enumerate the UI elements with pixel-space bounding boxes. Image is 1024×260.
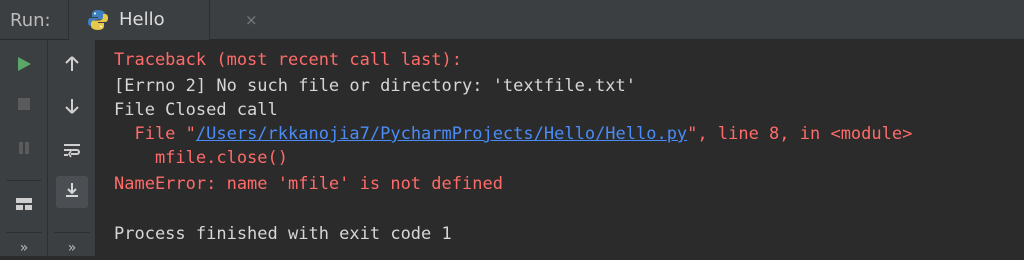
arrow-down-icon bbox=[63, 97, 81, 119]
arrow-up-icon bbox=[63, 55, 81, 77]
scroll-to-end-button[interactable] bbox=[56, 176, 88, 208]
console-line-exit: Process finished with exit code 1 bbox=[114, 224, 452, 244]
file-prefix: File " bbox=[114, 124, 196, 144]
file-path-link[interactable]: /Users/rkkanojia7/PycharmProjects/Hello/… bbox=[196, 124, 687, 144]
up-stack-button[interactable] bbox=[48, 50, 96, 82]
down-stack-button[interactable] bbox=[48, 92, 96, 124]
console-line-file-closed: File Closed call bbox=[114, 100, 278, 120]
pause-icon bbox=[16, 140, 32, 160]
run-actions-gutter: » bbox=[0, 40, 48, 256]
gutter-separator bbox=[54, 232, 90, 233]
tab-title: Hello bbox=[119, 9, 165, 30]
console-line-file-location: File "/Users/rkkanojia7/PycharmProjects/… bbox=[114, 124, 912, 144]
console-line-nameerror: NameError: name 'mfile' is not defined bbox=[114, 174, 503, 194]
soft-wrap-icon bbox=[62, 141, 82, 163]
run-toolwindow-header: Run: Hello × bbox=[0, 0, 1024, 40]
console-output[interactable]: Traceback (most recent call last): [Errn… bbox=[96, 40, 1024, 256]
scroll-to-end-icon bbox=[63, 181, 81, 203]
gutter-separator bbox=[6, 180, 42, 181]
gutter-separator bbox=[6, 232, 42, 233]
console-line-traceback: Traceback (most recent call last): bbox=[114, 50, 462, 70]
layout-button[interactable] bbox=[0, 190, 48, 222]
python-icon bbox=[87, 9, 109, 31]
tab-hello[interactable]: Hello × bbox=[68, 0, 258, 40]
pause-button[interactable] bbox=[0, 134, 48, 166]
stop-icon bbox=[16, 96, 32, 116]
more-button[interactable]: » bbox=[48, 236, 96, 260]
console-line-errno: [Errno 2] No such file or directory: 'te… bbox=[114, 76, 636, 96]
layout-icon bbox=[15, 196, 33, 216]
more-icon: » bbox=[67, 240, 77, 256]
more-button[interactable]: » bbox=[0, 236, 48, 260]
play-icon bbox=[15, 55, 33, 77]
file-suffix: ", line 8, in <module> bbox=[687, 124, 913, 144]
stop-button[interactable] bbox=[0, 90, 48, 122]
console-actions-gutter: » bbox=[48, 40, 96, 256]
rerun-button[interactable] bbox=[0, 50, 48, 82]
console-line-code: mfile.close() bbox=[114, 148, 288, 168]
run-label: Run: bbox=[10, 10, 51, 31]
soft-wrap-button[interactable] bbox=[48, 136, 96, 168]
close-icon[interactable]: × bbox=[245, 11, 258, 29]
more-icon: » bbox=[19, 240, 29, 256]
